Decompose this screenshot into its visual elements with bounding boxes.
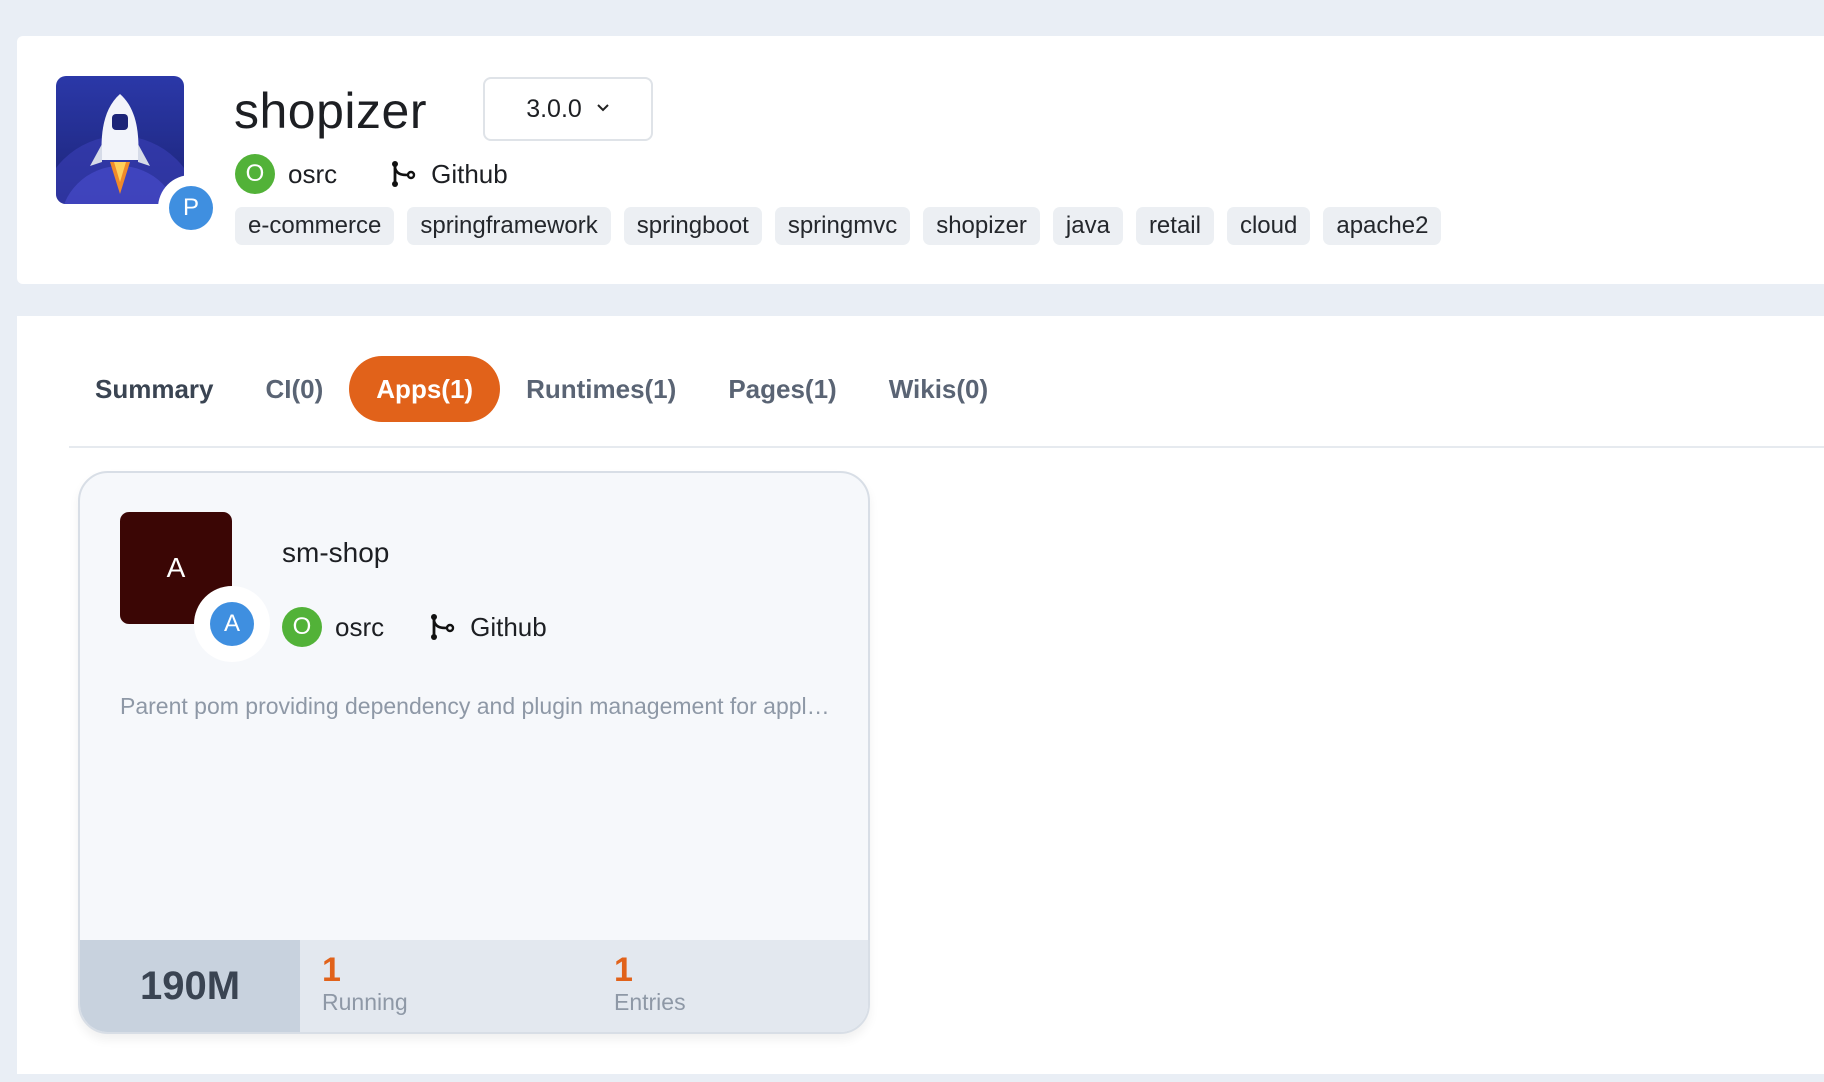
tag[interactable]: springboot — [623, 207, 762, 245]
tab-summary[interactable]: Summary — [69, 356, 240, 422]
version-select[interactable]: 3.0.0 — [483, 77, 653, 141]
running-label: Running — [322, 989, 408, 1015]
source-link[interactable]: Github — [431, 159, 508, 190]
version-value: 3.0.0 — [526, 94, 582, 123]
tag[interactable]: apache2 — [1323, 207, 1442, 245]
tag[interactable]: springframework — [407, 207, 611, 245]
owner-avatar[interactable]: O — [235, 154, 275, 194]
app-meta: O osrc Github — [282, 607, 547, 647]
app-description: Parent pom providing dependency and plug… — [120, 693, 830, 719]
entries-label: Entries — [614, 989, 686, 1015]
app-type-badge: A — [194, 586, 270, 662]
tag[interactable]: cloud — [1226, 207, 1311, 245]
tab-pages[interactable]: Pages(1) — [702, 356, 862, 422]
app-stats: 190M 1 Running 1 Entries — [80, 940, 868, 1032]
owner-link[interactable]: osrc — [335, 612, 384, 643]
entries-count: 1 — [614, 951, 633, 989]
project-header: P shopizer 3.0.0 O osrc Github e-commerc… — [17, 36, 1824, 284]
tag[interactable]: retail — [1135, 207, 1214, 245]
tab-wikis[interactable]: Wikis(0) — [863, 356, 1014, 422]
tab-runtimes[interactable]: Runtimes(1) — [500, 356, 702, 422]
tag[interactable]: shopizer — [923, 207, 1040, 245]
project-title: shopizer — [234, 83, 427, 139]
project-meta: O osrc Github — [235, 154, 508, 194]
app-card[interactable]: A A sm-shop O osrc Github Parent pom pro… — [78, 471, 870, 1034]
tag[interactable]: e-commerce — [235, 207, 395, 245]
owner-link[interactable]: osrc — [288, 159, 337, 190]
project-type-badge: P — [158, 175, 224, 241]
chevron-down-icon — [596, 100, 610, 118]
tag-list: e-commerce springframework springboot sp… — [235, 207, 1442, 245]
project-content: Summary CI(0) Apps(1) Runtimes(1) Pages(… — [17, 316, 1824, 1074]
tag[interactable]: java — [1052, 207, 1123, 245]
tab-divider — [69, 446, 1824, 448]
tab-ci[interactable]: CI(0) — [240, 356, 350, 422]
app-name[interactable]: sm-shop — [282, 537, 389, 569]
git-branch-icon — [431, 614, 455, 640]
tag[interactable]: springmvc — [774, 207, 911, 245]
app-size: 190M — [80, 940, 300, 1032]
project-logo-rocket — [56, 76, 184, 204]
git-branch-icon — [392, 161, 416, 187]
tab-bar: Summary CI(0) Apps(1) Runtimes(1) Pages(… — [69, 356, 1014, 422]
owner-avatar[interactable]: O — [282, 607, 322, 647]
entries-stat: 1 Entries — [614, 952, 686, 1016]
source-link[interactable]: Github — [470, 612, 547, 643]
running-count: 1 — [322, 951, 341, 989]
running-stat: 1 Running — [322, 952, 408, 1016]
tab-apps[interactable]: Apps(1) — [349, 356, 501, 422]
